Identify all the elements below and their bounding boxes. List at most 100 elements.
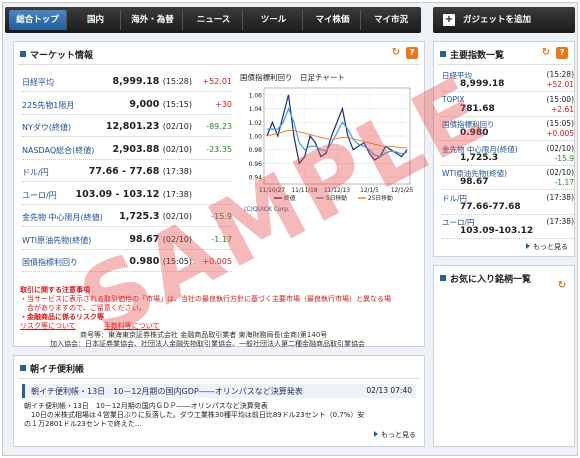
panel-tools: ↻ xyxy=(552,280,568,292)
market-row-name[interactable]: 225先物1限月 xyxy=(22,100,74,111)
arrow-icon xyxy=(374,431,378,437)
index-row-value: 0.980 xyxy=(460,128,489,138)
market-row[interactable]: 225先物1限月 9,000 (15:15) +30 xyxy=(22,93,232,115)
market-row-name[interactable]: 日経平均 xyxy=(22,77,54,88)
y-tick-label: 1.04 xyxy=(249,106,263,113)
time-text: (15:15) xyxy=(162,99,192,109)
index-row-time: (17:38) xyxy=(546,192,574,202)
x-tick-label: 11/11/18 xyxy=(291,188,317,194)
news-more-label: もっと見る xyxy=(381,431,416,439)
market-row[interactable]: WTI原油先物(終値) 98.67 (02/10) -1.17 xyxy=(22,228,232,250)
app-frame: 総合トップ 国内 海外・為替 ニュース ツール マイ株価 マイ市況 + ガジェッ… xyxy=(2,2,578,456)
news-body: 朝イチ便利帳・13日 10－12月期の国内ＧＤＰ――オリンパスなど決算発表 10… xyxy=(24,402,364,429)
market-row-name[interactable]: WTI原油先物(終値) xyxy=(22,235,91,246)
major-indices-title: 主要指数一覧 xyxy=(440,48,504,61)
market-info-panel: マーケット情報 ↻? 日経平均 8,999.18 (15:28) +52.01 225… xyxy=(13,41,425,348)
market-row-value: 2,903.88 (02/10) xyxy=(113,144,193,155)
market-row-change: -15.9 xyxy=(211,212,232,221)
market-row-value: 12,801.23 (02/10) xyxy=(106,121,192,132)
market-row-name[interactable]: ユーロ/円 xyxy=(22,190,57,201)
morning-news-panel: 朝イチ便利帳 朝イチ便利帳・13日 10－12月期の国内GDP――オリンパスなど… xyxy=(13,355,425,447)
panel-tools: ↻? xyxy=(536,47,568,59)
market-row-change: -1.17 xyxy=(211,234,232,244)
nav-tab-news[interactable]: ニュース xyxy=(185,10,243,30)
chart: 国債指標利回り 日足チャート 1.06 1.04 1.02 1.00 0.98 0.96 0… xyxy=(240,72,418,222)
notice-subheading: ・金融商品に係るリスク等 xyxy=(20,313,104,321)
refresh-icon[interactable]: ↻ xyxy=(540,47,552,59)
market-row[interactable]: 金先物 中心限月(終値) 1,725.3 (02/10) -15.9 xyxy=(22,205,232,227)
market-row-value: 77.66 - 77.68 (17:38) xyxy=(89,166,192,177)
refresh-icon[interactable]: ↻ xyxy=(556,280,568,292)
value-text: 98.67 xyxy=(129,233,160,245)
market-row-value: 9,000 (15:15) xyxy=(129,99,192,110)
index-row-name[interactable]: TOPIX xyxy=(442,95,464,104)
index-row-change: +2.61 xyxy=(551,104,574,114)
value-text: 12,801.23 xyxy=(105,121,160,132)
news-body-line: 朝イチ便利帳・13日 10－12月期の国内ＧＤＰ――オリンパスなど決算発表 xyxy=(24,402,268,410)
legend-label: 終値 xyxy=(284,194,296,202)
market-row-value: 1,725.3 (02/10) xyxy=(119,211,192,222)
major-indices-panel: 主要指数一覧 ↻? 日経平均 (15:28) 8,999.18 +52.01 TOPIX… xyxy=(433,41,575,257)
market-row[interactable]: NASDAQ総合(終値) 2,903.88 (02/10) -23.35 xyxy=(22,138,232,160)
market-row-value: 0.980 (15:05) xyxy=(129,256,192,267)
market-row-name[interactable]: NYダウ(終値) xyxy=(22,122,71,133)
market-row-name[interactable]: ドル/円 xyxy=(22,167,49,178)
market-row-name[interactable]: 金先物 中心限月(終値) xyxy=(22,212,103,223)
market-info-title: マーケット情報 xyxy=(20,48,93,61)
market-row[interactable]: ユーロ/円 103.09 - 103.12 (17:38) xyxy=(22,183,232,205)
market-row-name[interactable]: 国債指標利回り xyxy=(22,257,78,268)
favorites-title-text: お気に入り銘柄一覧 xyxy=(450,275,532,285)
news-headline-row[interactable]: 朝イチ便利帳・13日 10－12月期の国内GDP――オリンパスなど決算発表 02… xyxy=(22,384,416,398)
panel-tools: ↻? xyxy=(386,47,418,59)
index-row-time: (15:28) xyxy=(546,70,574,79)
index-row[interactable]: WTI原油先物(終値) (02/10) 98.67 -1.17 xyxy=(442,166,574,190)
index-row[interactable]: 国債指標利回り (15:05) 0.980 +0.005 xyxy=(442,117,574,141)
help-icon[interactable]: ? xyxy=(556,47,568,59)
title-divider xyxy=(438,64,570,65)
nav-tab-my-stocks[interactable]: マイ株価 xyxy=(305,10,361,30)
index-row[interactable]: TOPIX (15:00) 781.68 +2.61 xyxy=(442,93,574,117)
index-row[interactable]: 金先物 中心限月(終値) (02/10) 1,725.3 -15.9 xyxy=(442,142,574,166)
market-row[interactable]: NYダウ(終値) 12,801.23 (02/10) -89.23 xyxy=(22,115,232,137)
nav-tab-domestic[interactable]: 国内 xyxy=(71,10,121,30)
y-tick-label: 0.94 xyxy=(249,175,263,182)
index-row[interactable]: 日経平均 (15:28) 8,999.18 +52.01 xyxy=(442,68,574,92)
nav-tab-tools[interactable]: ツール xyxy=(245,10,303,30)
market-row-name[interactable]: NASDAQ総合(終値) xyxy=(22,145,94,156)
index-row-change: -15.9 xyxy=(554,153,574,163)
value-text: 103.09 - 103.12 xyxy=(75,188,160,200)
help-icon[interactable]: ? xyxy=(406,47,418,59)
add-gadget-label: ガジェットを追加 xyxy=(463,15,532,25)
fees-link[interactable]: 手数料等について xyxy=(104,322,160,330)
y-tick-label: 0.96 xyxy=(249,161,263,168)
bullet-icon xyxy=(440,275,446,281)
index-row-change: +0.005 xyxy=(546,129,574,138)
time-text: (15:28) xyxy=(162,77,192,86)
index-row[interactable]: ドル/円 (17:38) 77.66-77.68 xyxy=(442,191,574,215)
market-row[interactable]: 国債指標利回り 0.980 (15:05) +0.005 xyxy=(22,250,232,272)
refresh-icon[interactable]: ↻ xyxy=(390,47,402,59)
time-text: (15:05) xyxy=(162,257,192,266)
news-more-link[interactable]: もっと見る xyxy=(374,430,416,440)
news-headline[interactable]: 朝イチ便利帳・13日 10－12月期の国内GDP――オリンパスなど決算発表 xyxy=(31,386,303,397)
major-indices-title-text: 主要指数一覧 xyxy=(450,51,505,61)
market-row-change: +52.01 xyxy=(202,77,232,86)
association-info: 加入協会：日本証券業協会、社団法人金融先物取引業協会、一般社団法人第二種金融商品… xyxy=(50,340,365,348)
nav-tab-top[interactable]: 総合トップ xyxy=(9,10,67,30)
market-row[interactable]: 日経平均 8,999.18 (15:28) +52.01 xyxy=(22,70,232,92)
index-row-value: 77.66-77.68 xyxy=(460,201,521,212)
x-tick-label: 12/1/25 xyxy=(391,188,414,194)
indices-more-link[interactable]: もっと見る xyxy=(526,242,568,252)
index-row[interactable]: ユーロ/円 (17:38) 103.09-103.12 xyxy=(442,215,574,239)
market-row[interactable]: ドル/円 77.66 - 77.68 (17:38) xyxy=(22,160,232,182)
risk-link[interactable]: リスク等について xyxy=(20,322,76,330)
index-row-value: 8,999.18 xyxy=(460,79,505,89)
time-text: (02/10) xyxy=(162,234,192,244)
add-gadget-button[interactable]: + ガジェットを追加 xyxy=(433,7,575,33)
time-text: (02/10) xyxy=(162,144,192,154)
market-info-title-text: マーケット情報 xyxy=(30,51,94,61)
nav-tab-my-market[interactable]: マイ市況 xyxy=(363,10,419,30)
nav-tab-overseas-fx[interactable]: 海外・為替 xyxy=(123,10,183,30)
top-nav: 総合トップ 国内 海外・為替 ニュース ツール マイ株価 マイ市況 + ガジェッ… xyxy=(5,7,575,33)
index-row-change: +52.01 xyxy=(546,80,574,89)
